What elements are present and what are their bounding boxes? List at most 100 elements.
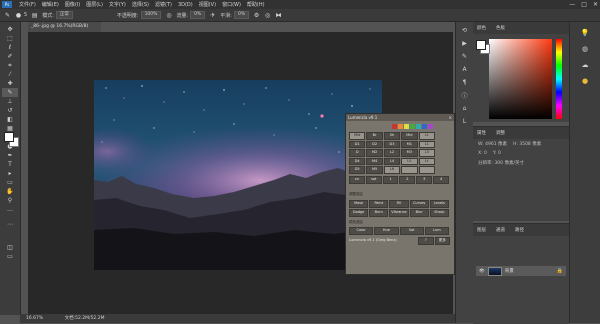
hue-slider[interactable] <box>556 39 562 119</box>
gear-icon[interactable]: ⚙ <box>253 12 260 19</box>
mode-select[interactable]: 正常 <box>55 11 73 19</box>
lightbulb-icon[interactable]: 💡 <box>571 28 599 38</box>
menu-select[interactable]: 选择(S) <box>129 1 152 8</box>
zone-button[interactable]: D <box>349 149 366 157</box>
tab-color[interactable]: 颜色 <box>477 25 486 31</box>
swatch-magenta[interactable] <box>428 124 433 129</box>
zone-button[interactable]: D3 <box>383 140 401 148</box>
lumenzia-icon[interactable]: L <box>459 117 470 126</box>
action-button[interactable]: Dodge <box>349 209 369 217</box>
action-button[interactable]: Curves <box>409 200 429 208</box>
quick-mask-icon[interactable]: ◫ <box>2 243 18 252</box>
zone-button[interactable]: Sh <box>383 132 401 140</box>
zone-button[interactable]: M2 <box>366 149 383 157</box>
swatch-red[interactable] <box>392 124 397 129</box>
zoom-tool-icon[interactable]: ⚲ <box>2 196 18 205</box>
close-button[interactable]: ✕ <box>593 1 598 8</box>
cloud-icon[interactable]: ☁ <box>571 60 599 70</box>
action-button[interactable]: Blur <box>409 209 429 217</box>
zone-button[interactable]: D4 <box>349 157 366 165</box>
zone-button[interactable]: Mid <box>401 132 418 140</box>
marquee-tool-icon[interactable]: ⬚ <box>2 34 18 43</box>
menu-edit[interactable]: 编辑(E) <box>39 1 62 8</box>
menu-image[interactable]: 图像(I) <box>62 1 83 8</box>
action-button[interactable]: Color <box>349 227 374 235</box>
height-value[interactable]: H: 3508 像素 <box>513 141 541 147</box>
character-icon[interactable]: A <box>459 65 470 74</box>
zone-button[interactable]: L6 <box>383 166 401 174</box>
history-brush-tool-icon[interactable]: ↺ <box>2 106 18 115</box>
paragraph-icon[interactable]: ¶ <box>459 78 470 87</box>
zone-button[interactable]: L4 <box>383 157 401 165</box>
tab-paths[interactable]: 路径 <box>515 227 524 233</box>
brush-presets-icon[interactable]: ✎ <box>459 52 470 61</box>
menu-layer[interactable]: 图层(L) <box>83 1 106 8</box>
zone-button[interactable] <box>401 166 418 174</box>
plugin-close-button[interactable]: × <box>449 114 452 121</box>
menu-type[interactable]: 文字(Y) <box>106 1 129 8</box>
level-button[interactable]: 3 <box>416 176 433 184</box>
tab-layers[interactable]: 图层 <box>477 227 486 233</box>
swatch-yellow[interactable] <box>404 124 409 129</box>
zone-button[interactable]: Lt <box>418 157 435 165</box>
action-button[interactable]: Sat <box>399 227 424 235</box>
info-icon[interactable]: ⓘ <box>459 91 470 100</box>
brush-tool-icon[interactable]: ✎ <box>2 88 18 97</box>
zone-button[interactable]: L2 <box>383 149 401 157</box>
hand-tool-icon[interactable]: ✋ <box>2 187 18 196</box>
text-tool-icon[interactable]: T <box>2 160 18 169</box>
screen-mode-icon[interactable]: ▭ <box>2 252 18 261</box>
path-select-tool-icon[interactable]: ▸ <box>2 169 18 178</box>
layer-name[interactable]: 背景 <box>505 268 514 274</box>
action-button[interactable]: Levels <box>429 200 449 208</box>
zone-button[interactable]: Br <box>366 132 383 140</box>
crop-tool-icon[interactable]: ⌗ <box>2 61 18 70</box>
action-button[interactable]: Paint <box>369 200 389 208</box>
zone-button[interactable]: M3 <box>401 149 418 157</box>
zoom-level[interactable]: 16.67% <box>26 316 43 321</box>
foreground-color-swatch[interactable] <box>4 132 14 142</box>
pen-tool-icon[interactable]: ✒ <box>2 151 18 160</box>
zone-button[interactable]: M5 <box>366 166 383 174</box>
eyedropper-tool-icon[interactable]: ⁄ <box>2 70 18 79</box>
menu-view[interactable]: 视图(V) <box>196 1 219 8</box>
tab-properties[interactable]: 属性 <box>477 130 486 136</box>
action-button[interactable]: Hue <box>374 227 399 235</box>
zone-button[interactable] <box>418 166 435 174</box>
action-button[interactable]: Lum <box>424 227 449 235</box>
zone-button[interactable]: Lt <box>418 132 435 140</box>
history-icon[interactable]: ⟲ <box>459 26 470 35</box>
more-tools-icon[interactable]: … <box>2 205 18 214</box>
quick-select-tool-icon[interactable]: ✐ <box>2 52 18 61</box>
color-picker-field[interactable] <box>489 39 552 119</box>
visibility-eye-icon[interactable]: 👁 <box>479 269 485 274</box>
resolution-value[interactable]: 分辨率: 300 像素/英寸 <box>478 160 524 166</box>
tab-channels[interactable]: 通道 <box>496 227 505 233</box>
shape-tool-icon[interactable]: ▭ <box>2 178 18 187</box>
eraser-tool-icon[interactable]: ◧ <box>2 115 18 124</box>
tab-swatches[interactable]: 色板 <box>496 25 505 31</box>
brush-tool-icon[interactable]: ✎ <box>4 12 11 19</box>
move-tool-icon[interactable]: ✥ <box>2 25 18 34</box>
minimize-button[interactable]: — <box>569 1 575 8</box>
level-button[interactable]: sat <box>365 176 382 184</box>
healing-tool-icon[interactable]: ✚ <box>2 79 18 88</box>
foreground-color-chip[interactable] <box>476 40 486 50</box>
help-button[interactable]: ? <box>418 237 434 245</box>
zone-button[interactable]: D1 <box>349 140 366 148</box>
foreground-background-colors[interactable] <box>4 132 19 147</box>
menu-window[interactable]: 窗口(W) <box>219 1 244 8</box>
zone-button[interactable]: D5 <box>349 166 366 174</box>
more-button[interactable]: 更多 <box>434 237 450 245</box>
action-button[interactable]: Sharp <box>429 209 449 217</box>
menu-3d[interactable]: 3D(D) <box>175 2 196 8</box>
level-button[interactable]: zn <box>349 176 365 184</box>
action-button[interactable]: Mask <box>349 200 369 208</box>
swatch-cyan[interactable] <box>416 124 421 129</box>
lasso-tool-icon[interactable]: ℓ <box>2 43 18 52</box>
zone-button[interactable]: L5 <box>401 157 418 165</box>
symmetry-icon[interactable]: ⧓ <box>275 12 282 19</box>
action-button[interactable]: Fill <box>389 200 409 208</box>
zone-button[interactable]: L3 <box>418 149 435 157</box>
y-value[interactable]: Y: 0 <box>493 151 501 156</box>
